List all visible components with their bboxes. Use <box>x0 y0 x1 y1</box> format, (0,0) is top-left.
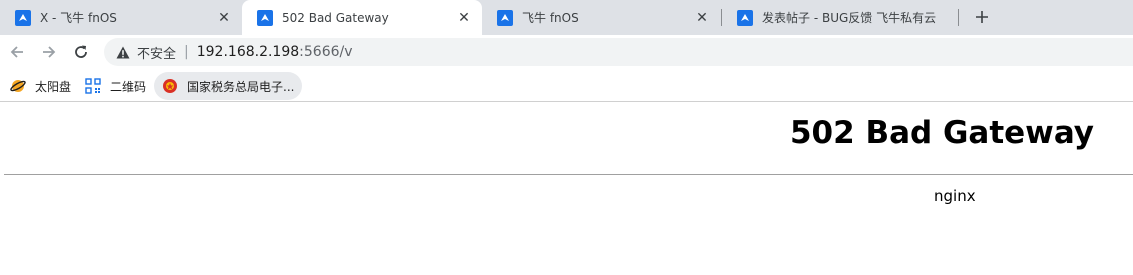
bookmark-taiyangpan[interactable]: 太阳盘 <box>2 72 79 100</box>
close-icon[interactable]: ✕ <box>214 8 234 28</box>
reload-button[interactable] <box>69 40 93 64</box>
tax-emblem-icon <box>162 78 178 94</box>
address-divider: | <box>184 44 189 60</box>
tab-fnos[interactable]: 飞牛 fnOS ✕ <box>482 0 720 35</box>
arrow-right-icon <box>43 46 56 58</box>
bookmark-label: 国家税务总局电子... <box>187 79 295 94</box>
bookmark-qrcode[interactable]: 二维码 <box>77 72 154 100</box>
fnos-favicon-icon <box>497 9 513 26</box>
tab-title: X - 飞牛 fnOS <box>40 11 117 25</box>
bookmark-label: 太阳盘 <box>35 79 72 94</box>
fnos-favicon-icon <box>15 9 31 26</box>
tab-title: 502 Bad Gateway <box>282 10 389 25</box>
address-bar[interactable]: 不安全 | 192.168.2.198:5666/v <box>104 38 1133 66</box>
tab-bad-gateway[interactable]: 502 Bad Gateway ✕ <box>242 0 482 35</box>
browser-toolbar: 不安全 | 192.168.2.198:5666/v <box>0 35 1133 69</box>
url-path: :5666/v <box>299 44 353 60</box>
content-divider <box>4 174 1133 175</box>
tab-title: 发表帖子 - BUG反馈 飞牛私有云 <box>762 11 937 25</box>
forward-button[interactable] <box>37 40 61 64</box>
bookmarks-bar: 太阳盘 二维码 国家税务总局电子... <box>0 69 1133 102</box>
close-icon[interactable]: ✕ <box>454 8 474 28</box>
qr-code-icon <box>85 78 101 94</box>
url-host: 192.168.2.198 <box>196 44 300 60</box>
security-status[interactable]: 不安全 <box>137 43 176 62</box>
bookmark-tax-bureau[interactable]: 国家税务总局电子... <box>154 72 303 100</box>
tab-fnos-x[interactable]: X - 飞牛 fnOS ✕ <box>0 0 242 35</box>
back-button[interactable] <box>5 40 29 64</box>
sun-disc-icon <box>10 78 26 94</box>
not-secure-warning-icon[interactable] <box>115 44 131 60</box>
server-signature: nginx <box>934 187 976 205</box>
page-content: 502 Bad Gateway nginx <box>0 103 1133 275</box>
error-heading: 502 Bad Gateway <box>789 115 1094 151</box>
bookmark-label: 二维码 <box>110 79 147 94</box>
plus-icon <box>976 11 988 23</box>
tab-title: 飞牛 fnOS <box>522 11 579 25</box>
new-tab-button[interactable] <box>971 6 993 28</box>
fnos-favicon-icon <box>737 9 753 26</box>
arrow-left-icon <box>10 46 23 58</box>
fnos-favicon-icon <box>257 9 273 26</box>
tab-separator <box>958 9 959 26</box>
close-icon[interactable]: ✕ <box>692 8 712 28</box>
tab-bug-report[interactable]: 发表帖子 - BUG反馈 飞牛私有云 <box>722 0 958 35</box>
tab-strip: X - 飞牛 fnOS ✕ 502 Bad Gateway ✕ 飞牛 fnOS … <box>0 0 1133 35</box>
reload-icon <box>75 45 87 58</box>
